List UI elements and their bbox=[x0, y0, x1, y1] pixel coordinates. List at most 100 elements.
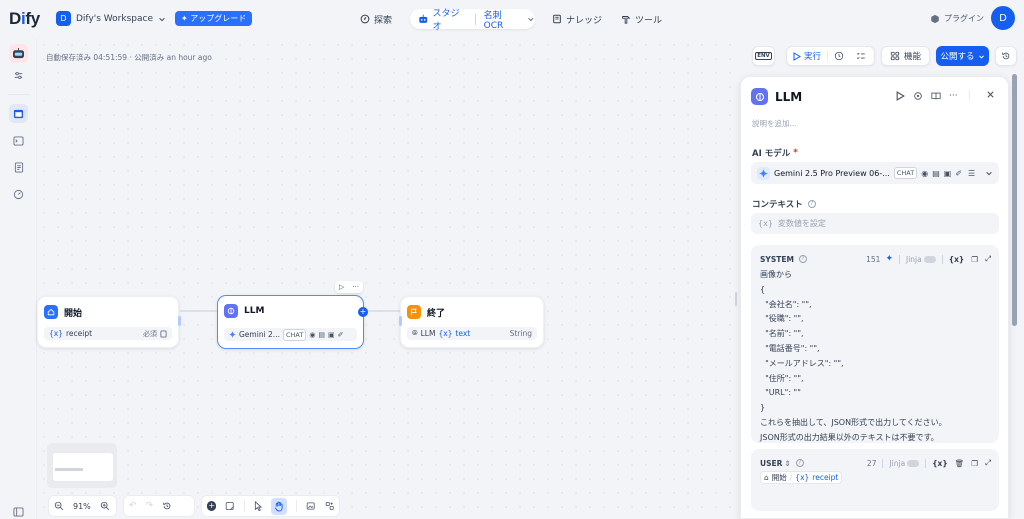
insert-variable-icon[interactable]: {x} bbox=[932, 459, 948, 468]
model-name: Gemini 2.5 Pro Preview 06-... bbox=[774, 168, 890, 178]
ref-var-name: receipt bbox=[812, 473, 839, 482]
home-icon bbox=[44, 305, 58, 319]
undo-icon[interactable]: ↶ bbox=[129, 501, 137, 511]
start-var-name: receipt bbox=[65, 329, 93, 338]
user-prompt-header: USER ⇕ ? 27 Jinja {x} 🗑︎ ❐ ⤢ bbox=[760, 457, 991, 469]
tool-icon: ✐ bbox=[337, 330, 344, 339]
user-prompt-content[interactable]: ⌂ 開始 / {x} receipt bbox=[760, 471, 843, 484]
book-open-icon[interactable] bbox=[931, 91, 941, 101]
variable-icon: {x} bbox=[795, 473, 810, 482]
start-output-handle[interactable] bbox=[178, 316, 181, 326]
variable-icon: {x} bbox=[49, 329, 63, 338]
llm-node-title: LLM bbox=[244, 306, 265, 316]
history-icon[interactable] bbox=[162, 501, 172, 511]
actions-divider bbox=[968, 90, 970, 101]
jinja-toggle[interactable] bbox=[923, 255, 936, 263]
system-prompt-text[interactable]: 画像から { "会社名": "", "役職": "", "名前": "", "電… bbox=[760, 268, 991, 446]
model-chat-chip: CHAT bbox=[893, 167, 918, 179]
close-icon[interactable] bbox=[986, 90, 995, 99]
document-icon: ▤ bbox=[318, 330, 326, 339]
hand-icon bbox=[275, 501, 283, 512]
end-node[interactable]: 終了 ⦾ LLM {x} text String bbox=[399, 296, 544, 348]
ai-model-label-text: AI モデル bbox=[752, 149, 791, 159]
insert-variable-icon[interactable]: {x} bbox=[949, 255, 965, 264]
llm-brain-icon bbox=[224, 304, 238, 318]
description-input[interactable]: 説明を追加... bbox=[752, 118, 797, 129]
more-icon[interactable]: ··· bbox=[949, 91, 958, 101]
zoom-controls: 91% bbox=[48, 495, 117, 517]
user-role-label[interactable]: USER bbox=[760, 459, 782, 468]
hand-tool-button[interactable] bbox=[271, 497, 288, 515]
video-icon: ▣ bbox=[943, 168, 952, 178]
delete-icon[interactable]: 🗑︎ bbox=[955, 459, 965, 468]
llm-settings-panel: LLM ··· 説明を追加... AI モデル * Gemini 2.5 Pro… bbox=[740, 76, 1009, 519]
export-image-icon[interactable] bbox=[306, 501, 315, 511]
start-node[interactable]: 開始 {x} receipt 必須 bbox=[37, 296, 181, 348]
llm-node[interactable]: LLM Gemini 2... CHAT ◉ ▤ ▣ ✐ + bbox=[217, 295, 368, 349]
help-icon[interactable]: ? bbox=[798, 255, 807, 263]
model-params-icon[interactable]: ☰ bbox=[968, 169, 975, 178]
help-icon[interactable]: ? bbox=[795, 459, 804, 467]
panel-header: LLM bbox=[751, 88, 802, 105]
context-label: コンテキスト ? bbox=[752, 198, 816, 210]
tool-icon: ✐ bbox=[955, 168, 963, 178]
flag-icon bbox=[407, 305, 421, 319]
context-variable-input[interactable]: {x} 変数値を設定 bbox=[751, 213, 999, 234]
start-var-row: {x} receipt 必須 bbox=[44, 327, 172, 340]
help-icon[interactable]: ? bbox=[807, 200, 816, 208]
gemini-icon bbox=[757, 166, 770, 180]
role-switch-icon[interactable]: ⇕ bbox=[784, 459, 790, 468]
add-node-plus-icon[interactable]: + bbox=[358, 307, 368, 317]
canvas-tools: + bbox=[201, 495, 340, 517]
start-node-title: 開始 bbox=[64, 308, 83, 319]
system-prompt-editor[interactable]: SYSTEM ? 151 ✦ Jinja {x} ❐ ⤢ 画像から { "会社名… bbox=[751, 245, 999, 443]
redo-icon[interactable]: ↷ bbox=[146, 501, 154, 511]
minimap-viewport bbox=[53, 453, 113, 481]
vision-icon: ◉ bbox=[309, 330, 316, 339]
model-selector[interactable]: Gemini 2.5 Pro Preview 06-... CHAT ◉ ▤ ▣… bbox=[751, 162, 999, 184]
start-var-meta: 必須 bbox=[143, 329, 157, 338]
panel-scrollbar[interactable] bbox=[1012, 74, 1017, 326]
jinja-label: Jinja bbox=[906, 254, 922, 264]
jinja-toggle[interactable] bbox=[907, 459, 920, 467]
organize-blocks-icon[interactable] bbox=[325, 501, 334, 511]
header-divider bbox=[925, 458, 927, 468]
llm-source-icon: ⦾ bbox=[412, 329, 418, 337]
zoom-level[interactable]: 91% bbox=[73, 502, 91, 511]
panel-resize-handle[interactable] bbox=[735, 292, 737, 306]
tools-divider bbox=[243, 500, 245, 512]
minimap-nodes bbox=[55, 468, 83, 471]
user-prompt-editor[interactable]: USER ⇕ ? 27 Jinja {x} 🗑︎ ❐ ⤢ ⌂ 開始 / {x} … bbox=[751, 449, 999, 511]
llm-model-row: Gemini 2... CHAT ◉ ▤ ▣ ✐ bbox=[224, 328, 357, 341]
sparkle-icon[interactable]: ✦ bbox=[885, 254, 893, 264]
variable-icon: {x} bbox=[758, 219, 773, 228]
pointer-icon[interactable] bbox=[254, 501, 262, 511]
llm-chat-chip: CHAT bbox=[282, 328, 307, 341]
ref-node-name: 開始 bbox=[771, 473, 787, 482]
expand-icon[interactable]: ⤢ bbox=[985, 458, 991, 468]
copy-icon[interactable]: ❐ bbox=[971, 255, 978, 264]
play-icon[interactable] bbox=[896, 90, 905, 101]
variable-icon: {x} bbox=[438, 329, 453, 338]
copy-icon[interactable]: ❐ bbox=[971, 459, 978, 468]
header-divider bbox=[899, 254, 900, 264]
video-icon: ▣ bbox=[328, 330, 335, 339]
run-node-icon[interactable]: ▷ bbox=[339, 283, 344, 291]
zoom-in-icon[interactable] bbox=[100, 501, 110, 511]
add-note-icon[interactable] bbox=[225, 501, 235, 511]
gemini-icon bbox=[229, 331, 236, 338]
context-placeholder: 変数値を設定 bbox=[777, 219, 826, 228]
more-icon[interactable]: ··· bbox=[352, 283, 359, 291]
target-icon[interactable] bbox=[913, 91, 923, 101]
system-role-label: SYSTEM bbox=[760, 254, 794, 264]
zoom-out-icon[interactable] bbox=[54, 501, 64, 511]
add-block-icon[interactable]: + bbox=[207, 501, 217, 511]
vision-icon: ◉ bbox=[921, 168, 929, 178]
end-var-name: text bbox=[455, 329, 471, 338]
chevron-down-icon bbox=[986, 171, 992, 176]
file-icon bbox=[160, 330, 167, 337]
end-input-handle[interactable] bbox=[399, 316, 402, 326]
minimap[interactable] bbox=[47, 443, 117, 488]
panel-title[interactable]: LLM bbox=[775, 90, 802, 104]
expand-icon[interactable]: ⤢ bbox=[985, 254, 991, 264]
